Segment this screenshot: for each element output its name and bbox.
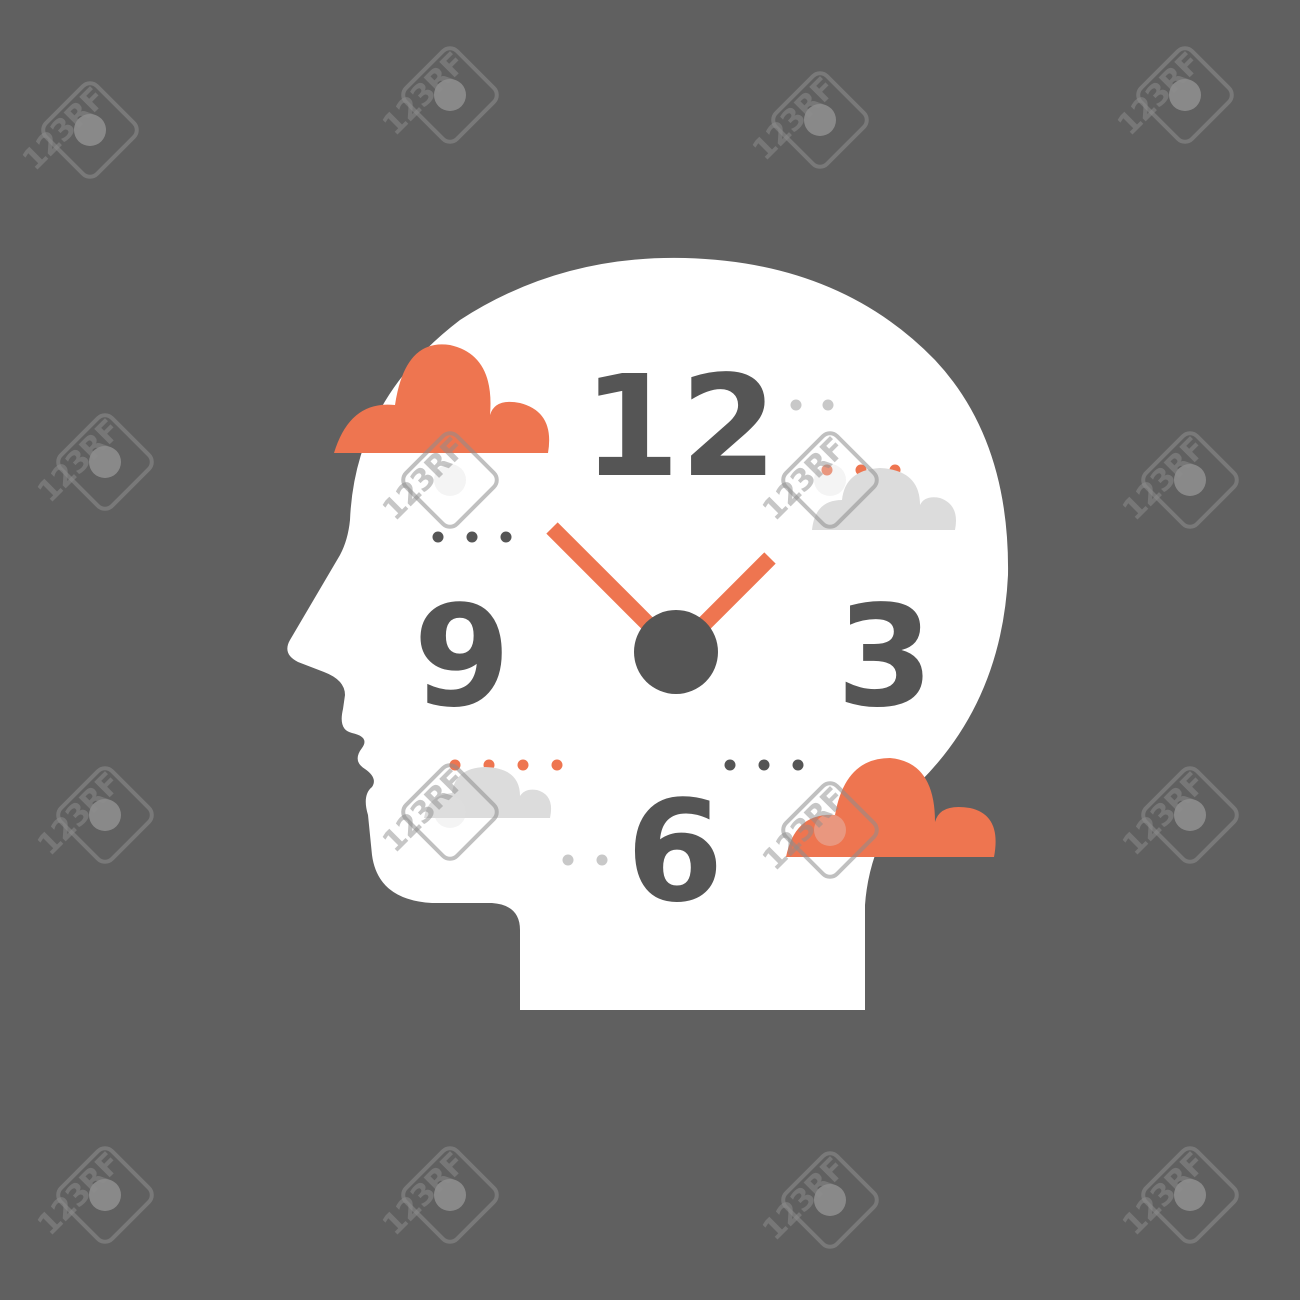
dot xyxy=(790,399,802,411)
clock-numeral-9: 9 xyxy=(413,576,510,739)
dot xyxy=(758,759,770,771)
dot xyxy=(562,854,574,866)
dot xyxy=(551,759,563,771)
illustration-canvas: 12 3 6 9 123RF 123RF 123RF 123RF 123RF 1… xyxy=(0,0,1300,1300)
clock-numeral-3: 3 xyxy=(836,576,933,739)
dot xyxy=(517,759,529,771)
illustration-svg: 12 3 6 9 123RF 123RF 123RF 123RF123RF 12… xyxy=(0,0,1300,1300)
clock-center xyxy=(634,610,718,694)
dot xyxy=(724,759,736,771)
clock-numeral-6: 6 xyxy=(626,771,723,934)
dot xyxy=(596,854,608,866)
dot xyxy=(466,531,478,543)
dot xyxy=(432,531,444,543)
clock-numeral-12: 12 xyxy=(583,346,778,509)
dot xyxy=(792,759,804,771)
dot xyxy=(822,399,834,411)
dot xyxy=(500,531,512,543)
